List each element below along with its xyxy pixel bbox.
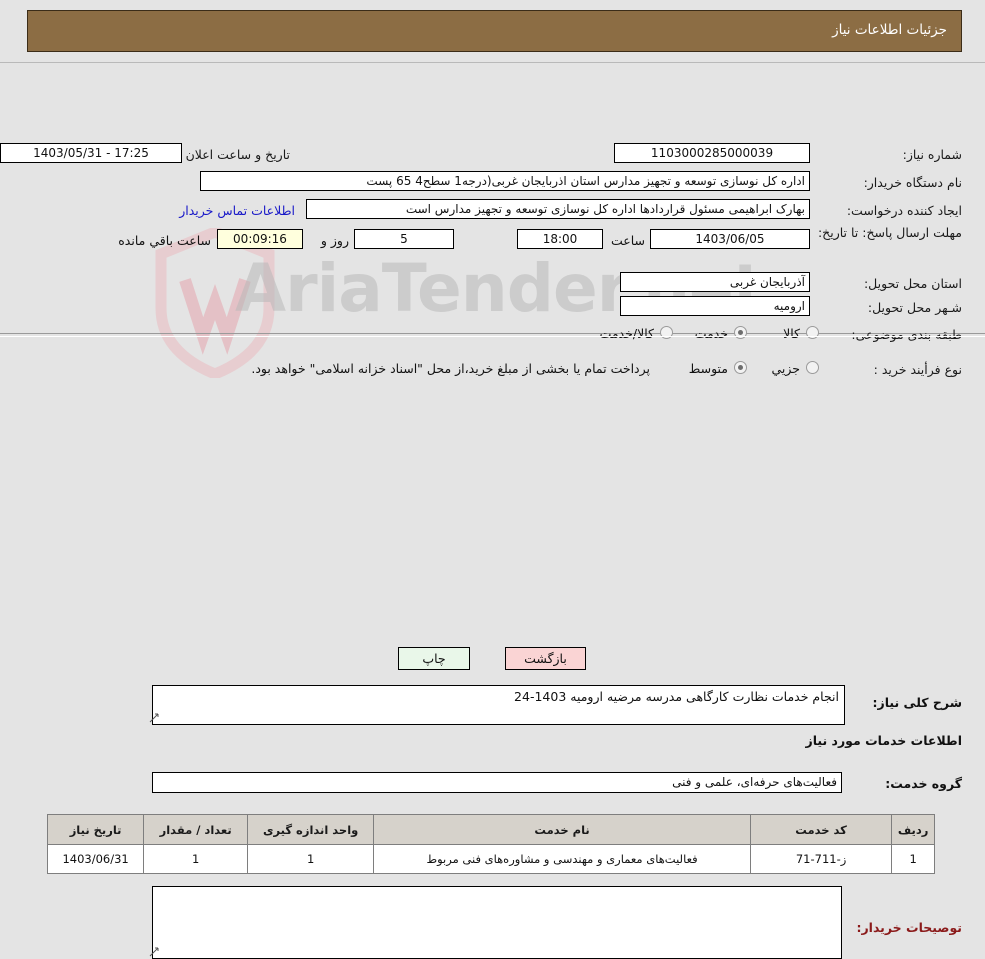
deadline-label: مهلت ارسال پاسخ: تا تاریخ: [817, 225, 962, 240]
announce-datetime-value[interactable]: 1403/05/31 - 17:25 [0, 143, 182, 163]
requester-value[interactable]: بهارک ابراهیمی مسئول قراردادها اداره کل … [306, 199, 810, 219]
remaining-days-value[interactable]: 5 [354, 229, 454, 249]
deadline-time-value[interactable]: 18:00 [517, 229, 603, 249]
table-row: 1 ز-711-71 فعالیت‌های معماری و مهندسی و … [46, 844, 935, 874]
need-number-label: شماره نیاز: [902, 147, 962, 162]
service-group-label: گروه خدمت: [885, 776, 962, 791]
deadline-hour-label: ساعت [610, 233, 645, 248]
city-value[interactable]: ارومیه [620, 296, 810, 316]
service-group-value[interactable]: فعالیت‌های حرفه‌ای، علمی و فنی [152, 772, 842, 793]
cell-service-code: ز-711-71 [749, 844, 893, 874]
buyer-contact-link[interactable]: اطلاعات تماس خریدار [179, 203, 295, 218]
cell-service-name: فعالیت‌های معماری و مهندسی و مشاوره‌های … [373, 844, 751, 874]
col-service-name: نام خدمت [373, 814, 751, 845]
page-title: جزئیات اطلاعات نیاز [832, 22, 947, 38]
need-info-panel: شماره نیاز: 1103000285000039 تاریخ و ساع… [0, 62, 985, 377]
general-desc-label: شرح کلی نیاز: [872, 695, 962, 710]
cell-unit: 1 [247, 844, 375, 874]
cell-quantity: 1 [143, 844, 249, 874]
table-header-row: ردیف کد خدمت نام خدمت واحد اندازه گیری ت… [46, 814, 935, 845]
cell-need-date: 1403/06/31 [46, 844, 145, 874]
col-row-no: ردیف [891, 814, 935, 845]
services-table: ردیف کد خدمت نام خدمت واحد اندازه گیری ت… [46, 814, 935, 874]
buyer-org-label: نام دستگاه خریدار: [863, 175, 962, 190]
need-details-panel: شرح کلی نیاز: انجام خدمات نظارت کارگاهی … [0, 336, 985, 959]
need-number-value[interactable]: 1103000285000039 [614, 143, 810, 163]
general-desc-textarea[interactable]: انجام خدمات نظارت کارگاهی مدرسه مرضیه ار… [152, 685, 845, 725]
buyer-org-value[interactable]: اداره کل نوسازی توسعه و تجهیز مدارس استا… [200, 171, 810, 191]
buyer-remarks-textarea[interactable] [152, 886, 842, 959]
col-quantity: تعداد / مقدار [143, 814, 249, 845]
province-value[interactable]: آذربایجان غربی [620, 272, 810, 292]
requester-label: ایجاد کننده درخواست: [846, 203, 962, 218]
print-button[interactable]: چاپ [398, 647, 470, 670]
buyer-remarks-label: توصیحات خریدار: [856, 920, 962, 935]
back-button[interactable]: بازگشت [505, 647, 586, 670]
deadline-date-value[interactable]: 1403/06/05 [650, 229, 810, 249]
col-need-date: تاریخ نیاز [46, 814, 145, 845]
col-service-code: کد خدمت [749, 814, 893, 845]
page-root: جزئیات اطلاعات نیاز شماره نیاز: 11030002… [0, 0, 985, 959]
cell-row-no: 1 [891, 844, 935, 874]
province-label: استان محل تحویل: [863, 276, 962, 291]
services-section-title: اطلاعات خدمات مورد نیاز [805, 733, 963, 748]
remaining-time-suffix: ساعت باقي مانده [118, 233, 211, 248]
page-header-bar: جزئیات اطلاعات نیاز [27, 10, 962, 52]
remaining-time-countdown: 00:09:16 [217, 229, 303, 249]
city-label: شـهر محل تحویل: [867, 300, 962, 315]
col-unit: واحد اندازه گیری [247, 814, 375, 845]
remaining-days-label: روز و [320, 233, 349, 248]
